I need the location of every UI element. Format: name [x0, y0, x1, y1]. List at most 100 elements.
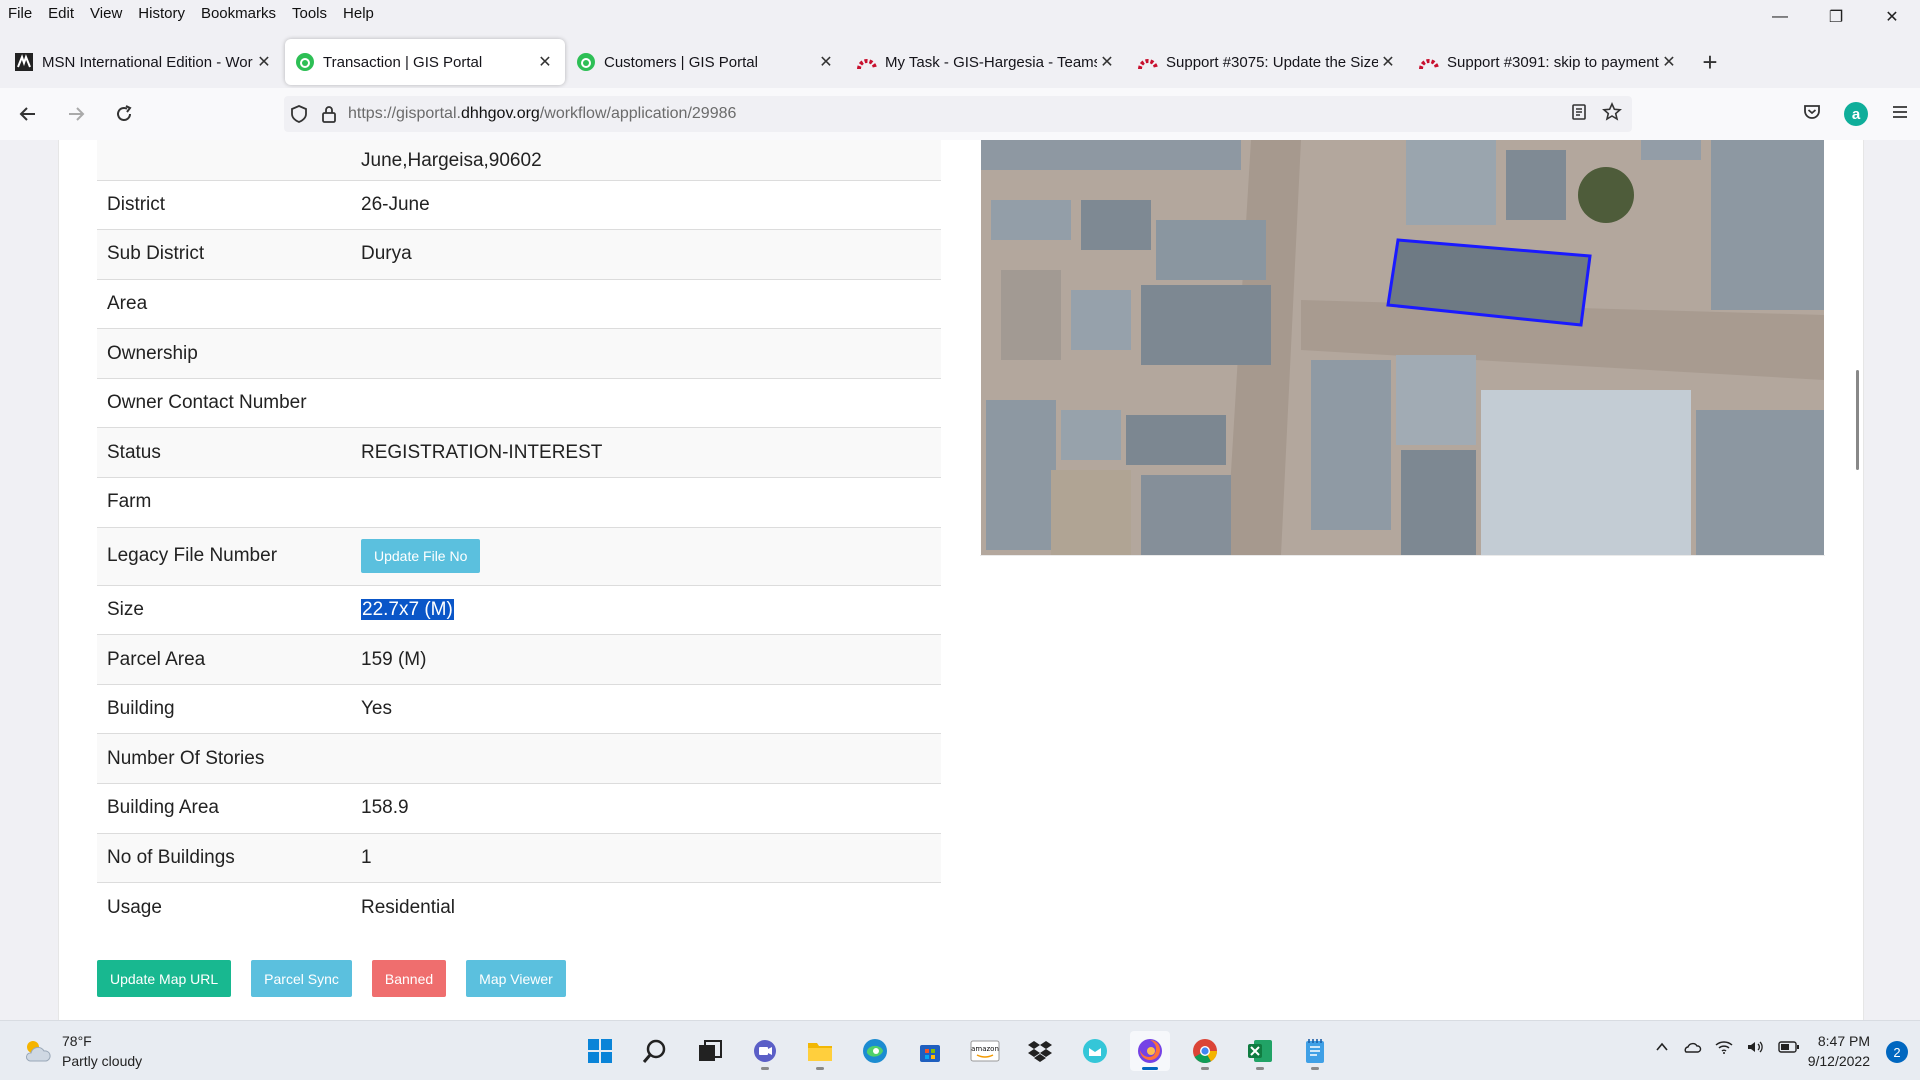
row-value: [351, 328, 941, 379]
map-viewer-button[interactable]: Map Viewer: [466, 960, 566, 997]
start-button[interactable]: [580, 1031, 620, 1071]
row-key: Area: [97, 278, 351, 329]
menu-bookmarks[interactable]: Bookmarks: [193, 5, 284, 22]
action-buttons: Update Map URL Parcel Sync Banned Map Vi…: [97, 960, 566, 997]
address-bar[interactable]: https://gisportal.dhhgov.org/workflow/ap…: [284, 96, 1632, 132]
excel-icon: [1248, 1040, 1272, 1062]
close-tab-icon[interactable]: ✕: [1097, 52, 1117, 72]
parcel-sync-button[interactable]: Parcel Sync: [251, 960, 352, 997]
firefox-button[interactable]: [1130, 1031, 1170, 1071]
update-file-no-button[interactable]: Update File No: [361, 539, 481, 574]
tab-customers[interactable]: Customers | GIS Portal ✕: [566, 39, 846, 85]
teams-chat-button[interactable]: [745, 1031, 785, 1071]
dropbox-button[interactable]: [1020, 1031, 1060, 1071]
size-value-selected[interactable]: 22.7x7 (M): [361, 598, 454, 620]
menu-history[interactable]: History: [130, 5, 193, 22]
redmine-icon: [1138, 52, 1158, 72]
menu-help[interactable]: Help: [335, 5, 382, 22]
row-value: Update File No: [351, 526, 941, 586]
tab-label: MSN International Edition - Wor: [42, 53, 253, 71]
hamburger-menu-icon[interactable]: [1890, 103, 1910, 126]
table-row: Owner Contact Number: [97, 377, 941, 428]
amazon-assistant-icon[interactable]: a: [1844, 102, 1868, 126]
close-tab-icon[interactable]: ✕: [1659, 52, 1679, 72]
table-row: District 26-June: [97, 179, 941, 230]
reload-button[interactable]: [104, 94, 144, 134]
chat-app-button[interactable]: [1075, 1031, 1115, 1071]
menu-edit[interactable]: Edit: [40, 5, 82, 22]
onedrive-cloud-icon[interactable]: [1682, 1039, 1702, 1060]
search-icon: [642, 1039, 666, 1063]
address-value: June,Hargeisa,90602: [351, 140, 941, 180]
satellite-map-image[interactable]: [981, 140, 1824, 555]
store-icon: [920, 1045, 940, 1062]
row-value: Residential: [351, 882, 941, 933]
chrome-button[interactable]: [1185, 1031, 1225, 1071]
table-row: Usage Residential: [97, 882, 941, 933]
battery-icon[interactable]: [1778, 1040, 1800, 1059]
notepad-button[interactable]: [1295, 1031, 1335, 1071]
system-tray: [1654, 1039, 1800, 1060]
scrollbar-thumb[interactable]: [1856, 370, 1859, 470]
table-row: Number Of Stories: [97, 733, 941, 784]
amazon-button[interactable]: amazon: [965, 1031, 1005, 1071]
menu-tools[interactable]: Tools: [284, 5, 335, 22]
row-value: Durya: [351, 229, 941, 280]
banned-button[interactable]: Banned: [371, 960, 447, 997]
running-indicator: [1142, 1067, 1158, 1070]
task-view-button[interactable]: [690, 1031, 730, 1071]
excel-button[interactable]: [1240, 1031, 1280, 1071]
application-panel: June,Hargeisa,90602 District 26-June Sub…: [58, 140, 1864, 1020]
tab-msn[interactable]: MSN International Edition - Wor ✕: [4, 39, 284, 85]
close-tab-icon[interactable]: ✕: [816, 52, 836, 72]
menu-view[interactable]: View: [82, 5, 130, 22]
clock[interactable]: 8:47 PM 9/12/2022: [1808, 1031, 1870, 1071]
url-text[interactable]: https://gisportal.dhhgov.org/workflow/ap…: [348, 105, 736, 123]
task-view-icon: [699, 1040, 722, 1061]
weather-widget[interactable]: 78°F Partly cloudy: [22, 1031, 142, 1071]
new-tab-button[interactable]: +: [1690, 42, 1730, 82]
wifi-icon[interactable]: [1714, 1039, 1734, 1060]
amazon-icon: amazon: [970, 1040, 1000, 1062]
redmine-icon: [1419, 52, 1439, 72]
row-key: Parcel Area: [97, 634, 351, 685]
search-button[interactable]: [635, 1031, 675, 1071]
forward-button[interactable]: [56, 94, 96, 134]
back-button[interactable]: [8, 94, 48, 134]
menu-file[interactable]: File: [0, 5, 40, 22]
table-row: Status REGISTRATION-INTEREST: [97, 427, 941, 478]
bookmark-star-icon[interactable]: [1602, 101, 1622, 127]
pocket-icon[interactable]: [1802, 102, 1822, 127]
shield-icon[interactable]: [284, 104, 314, 124]
close-tab-icon[interactable]: ✕: [254, 52, 274, 72]
close-tab-icon[interactable]: ✕: [535, 52, 555, 72]
running-indicator: [761, 1067, 769, 1070]
teams-chat-icon: [754, 1040, 776, 1062]
status-value: REGISTRATION-INTEREST: [351, 427, 941, 478]
reader-view-icon[interactable]: [1570, 103, 1588, 126]
update-map-url-button[interactable]: Update Map URL: [97, 960, 232, 997]
row-key: Building: [97, 683, 351, 734]
tab-transaction[interactable]: Transaction | GIS Portal ✕: [285, 39, 565, 85]
row-value: 158.9: [351, 783, 941, 834]
table-row: Building Yes: [97, 683, 941, 734]
table-row: Building Area 158.9: [97, 783, 941, 834]
tab-support-3091[interactable]: Support #3091: skip to payment ✕: [1409, 39, 1689, 85]
chevron-up-icon[interactable]: [1654, 1039, 1670, 1060]
volume-icon[interactable]: [1746, 1039, 1766, 1060]
tab-my-task[interactable]: My Task - GIS-Hargesia - Teams ✕: [847, 39, 1127, 85]
tab-label: Support #3075: Update the Size: [1166, 53, 1378, 71]
restore-button[interactable]: ❐: [1808, 0, 1864, 34]
window-controls: — ❐ ✕: [1752, 0, 1920, 34]
lock-icon[interactable]: [314, 105, 344, 123]
notification-badge[interactable]: 2: [1886, 1041, 1908, 1063]
store-button[interactable]: [910, 1031, 950, 1071]
tab-label: Support #3091: skip to payment: [1447, 53, 1659, 71]
file-explorer-button[interactable]: [800, 1031, 840, 1071]
minimize-button[interactable]: —: [1752, 0, 1808, 34]
tab-support-3075[interactable]: Support #3075: Update the Size ✕: [1128, 39, 1408, 85]
close-tab-icon[interactable]: ✕: [1378, 52, 1398, 72]
edge-button[interactable]: [855, 1031, 895, 1071]
close-window-button[interactable]: ✕: [1864, 0, 1920, 34]
table-row: Area: [97, 278, 941, 329]
